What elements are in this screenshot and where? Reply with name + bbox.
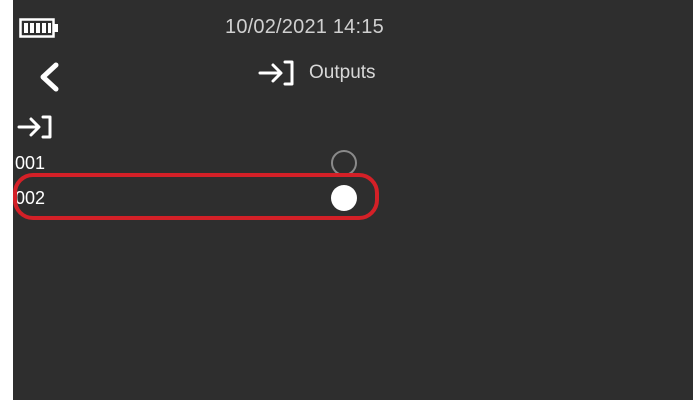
page-title: Outputs	[309, 62, 376, 83]
output-arrow-icon	[17, 115, 52, 139]
back-button[interactable]	[35, 60, 65, 94]
output-label: 002	[15, 188, 46, 208]
output-label: 001	[15, 153, 46, 173]
battery-full-icon	[19, 18, 58, 38]
output-row-001[interactable]: 001	[13, 148, 693, 178]
device-screen: 10/02/2021 14:15 Outputs 001 002	[13, 0, 693, 400]
output-radio-001[interactable]	[331, 150, 357, 176]
output-radio-002[interactable]	[331, 185, 357, 211]
output-row-002[interactable]: 002	[13, 183, 693, 213]
page-header: Outputs	[257, 58, 376, 88]
status-datetime: 10/02/2021 14:15	[225, 16, 384, 38]
output-arrow-icon	[258, 60, 294, 86]
